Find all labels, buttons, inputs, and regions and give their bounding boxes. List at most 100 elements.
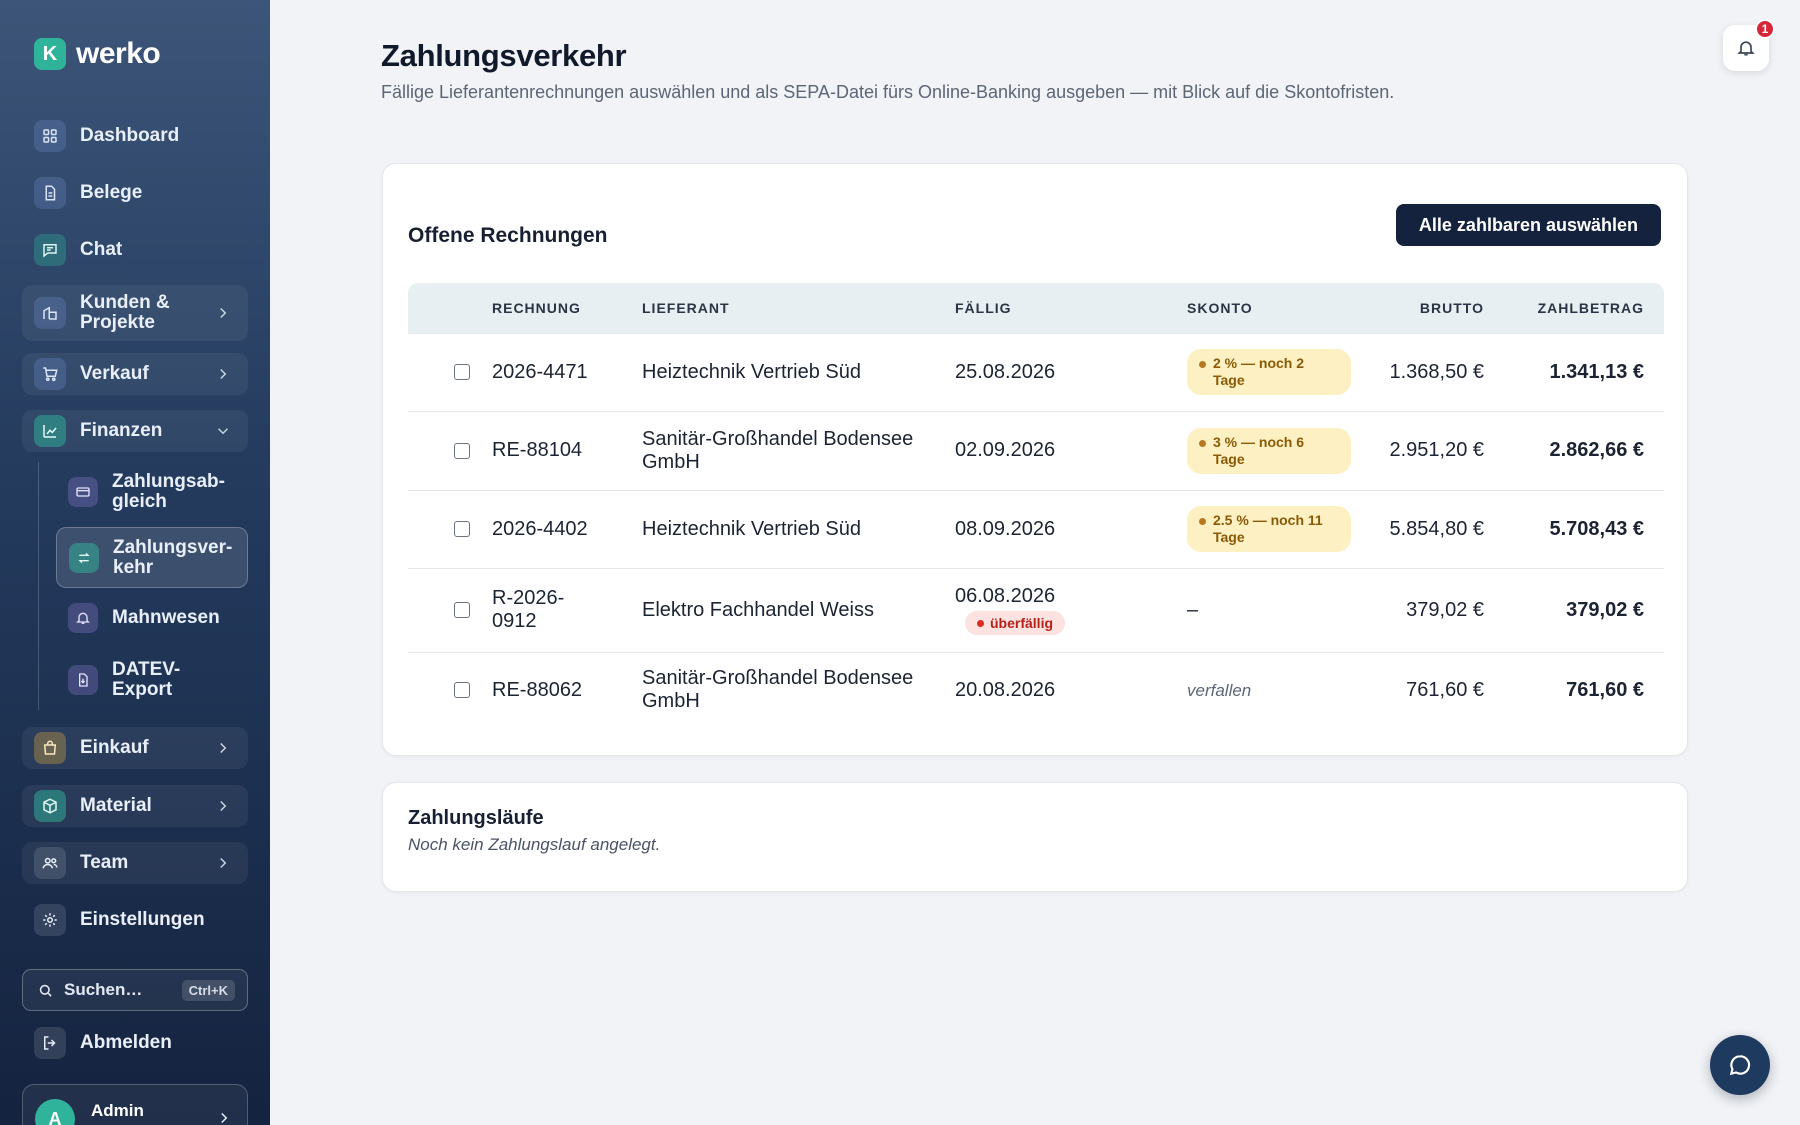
box-icon [34, 790, 66, 822]
sidebar-item-verkauf[interactable]: Verkauf [22, 353, 248, 395]
chart-icon [34, 415, 66, 447]
sidebar-item-team[interactable]: Team [22, 842, 248, 884]
empty-state-text: Noch kein Zahlungslauf angelegt. [408, 835, 661, 854]
sidebar-item-mahnwesen[interactable]: Mahnwesen [56, 600, 248, 636]
table-row[interactable]: 2026-4471 Heiztechnik Vertrieb Süd 25.08… [408, 332, 1664, 411]
sidebar-item-chat[interactable]: Chat [22, 232, 248, 268]
invoice-number: RE-88104 [482, 410, 632, 490]
skonto-badge: 2 % — noch 2 Tage [1187, 349, 1351, 395]
page-subtitle: Fällige Lieferantenrechnungen auswählen … [381, 82, 1395, 102]
chevron-right-icon [220, 368, 227, 380]
sidebar-item-datev-export[interactable]: DATEV- Export [56, 654, 248, 706]
gross-amount: 761,60 € [1367, 651, 1504, 728]
sidebar-item-label: Material [80, 795, 152, 816]
gross-amount: 5.854,80 € [1367, 489, 1504, 568]
table-header-row: RECHNUNG LIEFERANT FÄLLIG SKONTO BRUTTO … [408, 283, 1664, 333]
open-invoices-card: Offene Rechnungen Alle zahlbaren auswähl… [382, 163, 1688, 756]
brand[interactable]: K werko [34, 37, 161, 71]
column-header-skonto[interactable]: SKONTO [1177, 283, 1367, 333]
sidebar-item-dashboard[interactable]: Dashboard [22, 118, 248, 154]
column-header-brutto[interactable]: BRUTTO [1367, 283, 1504, 333]
payment-amount: 1.341,13 € [1504, 332, 1664, 411]
row-checkbox[interactable] [454, 682, 470, 699]
notifications-button[interactable]: 1 [1723, 19, 1775, 71]
invoice-number: RE-88062 [482, 651, 632, 728]
search-input[interactable]: Suchen… Ctrl+K [22, 969, 248, 1011]
invoice-number: R-2026-0912 [482, 567, 632, 652]
page-title: Zahlungsverkehr [381, 38, 627, 73]
subnav-divider [38, 462, 39, 710]
supplier-name: Heiztechnik Vertrieb Süd [632, 489, 945, 568]
status-dot [1199, 439, 1206, 447]
due-date: 25.08.2026 [945, 332, 1177, 411]
row-select-cell [408, 651, 482, 728]
sidebar-item-belege[interactable]: Belege [22, 175, 248, 211]
sidebar-item-einkauf[interactable]: Einkauf [22, 727, 248, 769]
sidebar-item-material[interactable]: Material [22, 785, 248, 827]
supplier-name: Sanitär-Großhandel Bodensee GmbH [632, 651, 945, 728]
chat-icon [34, 234, 66, 266]
payment-amount: 2.862,66 € [1504, 410, 1664, 490]
notification-count-badge: 1 [1755, 19, 1775, 39]
due-date: 08.09.2026 [945, 489, 1177, 568]
due-date-cell: 06.08.2026 überfällig [945, 567, 1177, 652]
status-dot [1199, 518, 1206, 525]
sidebar-item-label: Team [80, 852, 129, 873]
table-row[interactable]: RE-88104 Sanitär-Großhandel Bodensee Gmb… [408, 410, 1664, 490]
user-menu[interactable]: A Admin [22, 1084, 248, 1125]
row-checkbox[interactable] [454, 521, 470, 538]
card-title: Offene Rechnungen [408, 224, 608, 247]
sidebar-item-label: Kunden & Projekte [80, 292, 170, 333]
skonto-badge: 3 % — noch 6 Tage [1187, 427, 1351, 474]
row-checkbox[interactable] [454, 364, 470, 381]
sidebar-item-label: Mahnwesen [112, 607, 220, 628]
chevron-right-icon [220, 307, 227, 319]
row-select-cell [408, 489, 482, 568]
table-row[interactable]: RE-88062 Sanitär-Großhandel Bodensee Gmb… [408, 651, 1664, 728]
sidebar: K werko Dashboard Belege Chat Kunden & P… [0, 0, 270, 1125]
skonto-value: verfallen [1177, 651, 1367, 728]
row-checkbox[interactable] [454, 442, 470, 459]
sidebar-item-label: Finanzen [80, 420, 163, 441]
sidebar-item-kunden-projekte[interactable]: Kunden & Projekte [22, 285, 248, 341]
sidebar-item-zahlungsverkehr[interactable]: Zahlungsver- kehr [56, 527, 248, 588]
status-dot [977, 619, 984, 627]
row-select-cell [408, 332, 482, 411]
sidebar-item-finanzen[interactable]: Finanzen [22, 410, 248, 452]
gross-amount: 2.951,20 € [1367, 410, 1504, 490]
sidebar-item-einstellungen[interactable]: Einstellungen [22, 902, 248, 938]
app-name: werko [76, 37, 161, 70]
row-checkbox[interactable] [454, 602, 470, 619]
status-dot [1199, 361, 1206, 368]
column-header-faellig[interactable]: FÄLLIG [945, 283, 1177, 333]
supplier-name: Heiztechnik Vertrieb Süd [632, 332, 945, 411]
table-row[interactable]: 2026-4402 Heiztechnik Vertrieb Süd 08.09… [408, 489, 1664, 568]
chevron-down-icon [217, 428, 229, 435]
table-row[interactable]: R-2026-0912 Elektro Fachhandel Weiss 06.… [408, 567, 1664, 652]
gross-amount: 379,02 € [1367, 567, 1504, 652]
transfer-icon [69, 542, 99, 573]
gross-amount: 1.368,50 € [1367, 332, 1504, 411]
column-header-lieferant[interactable]: LIEFERANT [632, 283, 945, 333]
logout-button[interactable]: Abmelden [22, 1025, 248, 1061]
document-icon [34, 177, 66, 209]
chevron-right-icon [220, 857, 227, 869]
search-placeholder: Suchen… [64, 980, 143, 999]
supplier-name: Sanitär-Großhandel Bodensee GmbH [632, 410, 945, 490]
search-icon [39, 984, 52, 997]
column-header-zahlbetrag[interactable]: ZAHLBETRAG [1504, 283, 1664, 333]
sidebar-item-zahlungsabgleich[interactable]: Zahlungsab- gleich [56, 466, 248, 518]
row-select-cell [408, 410, 482, 490]
column-header-select [408, 283, 482, 333]
column-header-rechnung[interactable]: RECHNUNG [482, 283, 632, 333]
payment-amount: 761,60 € [1504, 651, 1664, 728]
invoice-number: 2026-4402 [482, 489, 632, 568]
sidebar-item-label: Belege [80, 182, 143, 203]
chevron-right-icon [221, 1112, 228, 1124]
chevron-right-icon [220, 800, 227, 812]
select-all-payable-button[interactable]: Alle zahlbaren auswählen [1395, 204, 1661, 246]
chat-button[interactable] [1710, 1035, 1770, 1095]
sidebar-item-label: Dashboard [80, 125, 180, 146]
skonto-cell: 2 % — noch 2 Tage [1177, 332, 1367, 411]
user-name: Admin [91, 1101, 144, 1120]
